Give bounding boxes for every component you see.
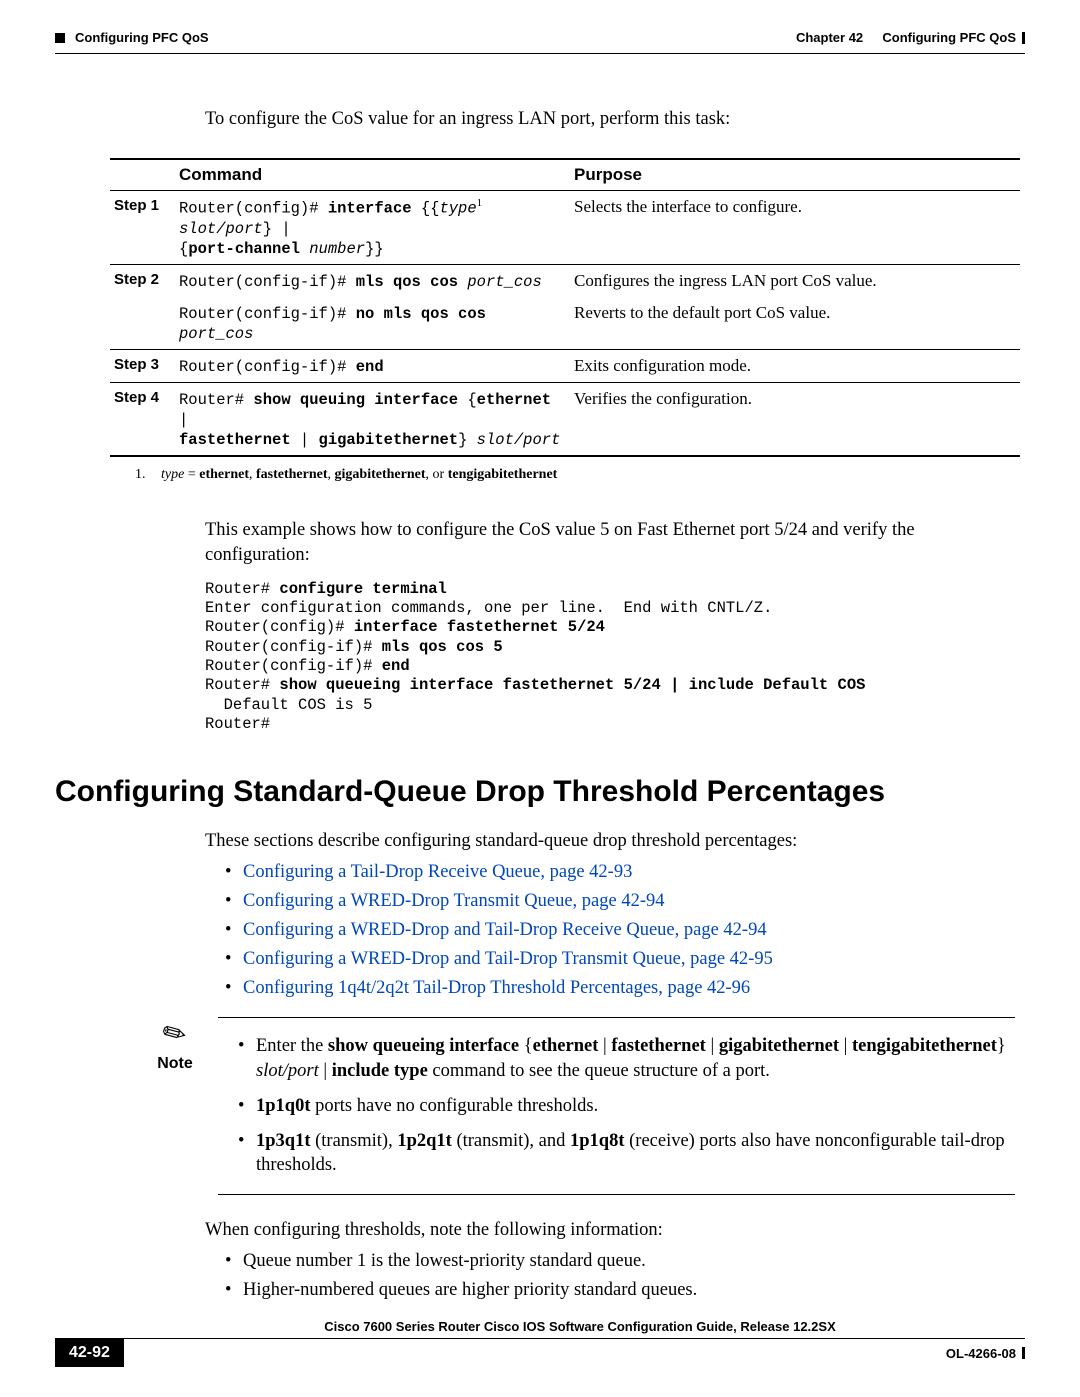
header-rule — [55, 53, 1025, 54]
list-item: Configuring a WRED-Drop Transmit Queue, … — [225, 891, 1015, 912]
when-text: When configuring thresholds, note the fo… — [205, 1220, 1015, 1241]
header-chapter-title: Configuring PFC QoS — [882, 30, 1016, 45]
note-content: Enter the show queueing interface {ether… — [218, 1017, 1015, 1196]
header-left: Configuring PFC QoS — [55, 30, 209, 45]
table-row: Step 3 Router(config-if)# end Exits conf… — [110, 349, 1020, 382]
note-label: Note — [150, 1055, 200, 1073]
step-label: Step 3 — [110, 349, 175, 382]
table-footnote: 1. type = ethernet, fastethernet, gigabi… — [135, 467, 1025, 483]
list-item: Configuring a WRED-Drop and Tail-Drop Re… — [225, 920, 1015, 941]
section-heading: Configuring Standard-Queue Drop Threshol… — [55, 775, 1025, 809]
cmd-cell: Router(config-if)# end — [175, 349, 570, 382]
note-icon-col: ✎ Note — [150, 1017, 200, 1073]
purpose-cell: Selects the interface to configure. — [570, 191, 1020, 265]
footer-marker-bar — [1022, 1347, 1025, 1359]
link-list: Configuring a Tail-Drop Receive Queue, p… — [205, 862, 1015, 999]
table-row: Step 2 Router(config-if)# mls qos cos po… — [110, 264, 1020, 297]
page-footer: Cisco 7600 Series Router Cisco IOS Softw… — [55, 1319, 1025, 1367]
list-item: Queue number 1 is the lowest-priority st… — [225, 1251, 1015, 1272]
header-right: Chapter 42 Configuring PFC QoS — [796, 30, 1025, 45]
th-purpose: Purpose — [570, 159, 1020, 191]
command-table: Command Purpose Step 1 Router(config)# i… — [110, 158, 1020, 457]
footnote-num: 1. — [135, 467, 146, 482]
list-item: Configuring a WRED-Drop and Tail-Drop Tr… — [225, 949, 1015, 970]
header-chapter: Chapter 42 — [796, 30, 863, 45]
example-intro: This example shows how to configure the … — [205, 518, 1015, 568]
header-section: Configuring PFC QoS — [75, 30, 209, 45]
list-item: Configuring 1q4t/2q2t Tail-Drop Threshol… — [225, 978, 1015, 999]
doc-id: OL-4266-08 — [946, 1346, 1025, 1361]
link[interactable]: Configuring a Tail-Drop Receive Queue, p… — [243, 862, 632, 882]
note-item: Enter the show queueing interface {ether… — [238, 1034, 1015, 1084]
section-intro: These sections describe configuring stan… — [205, 831, 1015, 852]
list-item: Higher-numbered queues are higher priori… — [225, 1280, 1015, 1301]
table-row: Step 4 Router# show queuing interface {e… — [110, 382, 1020, 456]
purpose-cell: Exits configuration mode. — [570, 349, 1020, 382]
cmd-cell: Router(config-if)# mls qos cos port_cos — [175, 264, 570, 297]
step-label: Step 2 — [110, 264, 175, 349]
th-command: Command — [175, 159, 570, 191]
step-label: Step 4 — [110, 382, 175, 456]
link[interactable]: Configuring 1q4t/2q2t Tail-Drop Threshol… — [243, 978, 750, 998]
link[interactable]: Configuring a WRED-Drop and Tail-Drop Tr… — [243, 949, 773, 969]
header-marker-square — [55, 33, 65, 43]
purpose-cell: Reverts to the default port CoS value. — [570, 297, 1020, 350]
note-item: 1p1q0t ports have no configurable thresh… — [238, 1094, 1015, 1119]
footer-bar: 42-92 OL-4266-08 — [55, 1338, 1025, 1367]
code-example: Router# configure terminal Enter configu… — [205, 580, 1015, 735]
page-number-badge: 42-92 — [55, 1339, 124, 1367]
cmd-cell: Router(config-if)# no mls qos cos port_c… — [175, 297, 570, 350]
note-item: 1p3q1t (transmit), 1p2q1t (transmit), an… — [238, 1129, 1015, 1179]
link[interactable]: Configuring a WRED-Drop and Tail-Drop Re… — [243, 920, 767, 940]
link[interactable]: Configuring a WRED-Drop Transmit Queue, … — [243, 891, 665, 911]
pencil-icon: ✎ — [156, 1013, 193, 1054]
doc-id-text: OL-4266-08 — [946, 1346, 1016, 1361]
purpose-cell: Verifies the configuration. — [570, 382, 1020, 456]
intro-text: To configure the CoS value for an ingres… — [205, 109, 1015, 130]
header-marker-bar — [1022, 32, 1025, 44]
footer-guide-title: Cisco 7600 Series Router Cisco IOS Softw… — [55, 1319, 1025, 1334]
th-step — [110, 159, 175, 191]
note-block: ✎ Note Enter the show queueing interface… — [150, 1017, 1015, 1196]
table-row: Router(config-if)# no mls qos cos port_c… — [110, 297, 1020, 350]
table-row: Step 1 Router(config)# interface {{type1… — [110, 191, 1020, 265]
cmd-cell: Router(config)# interface {{type1 slot/p… — [175, 191, 570, 265]
step-label: Step 1 — [110, 191, 175, 265]
purpose-cell: Configures the ingress LAN port CoS valu… — [570, 264, 1020, 297]
page-header: Configuring PFC QoS Chapter 42 Configuri… — [55, 30, 1025, 45]
list-item: Configuring a Tail-Drop Receive Queue, p… — [225, 862, 1015, 883]
cmd-cell: Router# show queuing interface {ethernet… — [175, 382, 570, 456]
plain-list: Queue number 1 is the lowest-priority st… — [205, 1251, 1015, 1301]
